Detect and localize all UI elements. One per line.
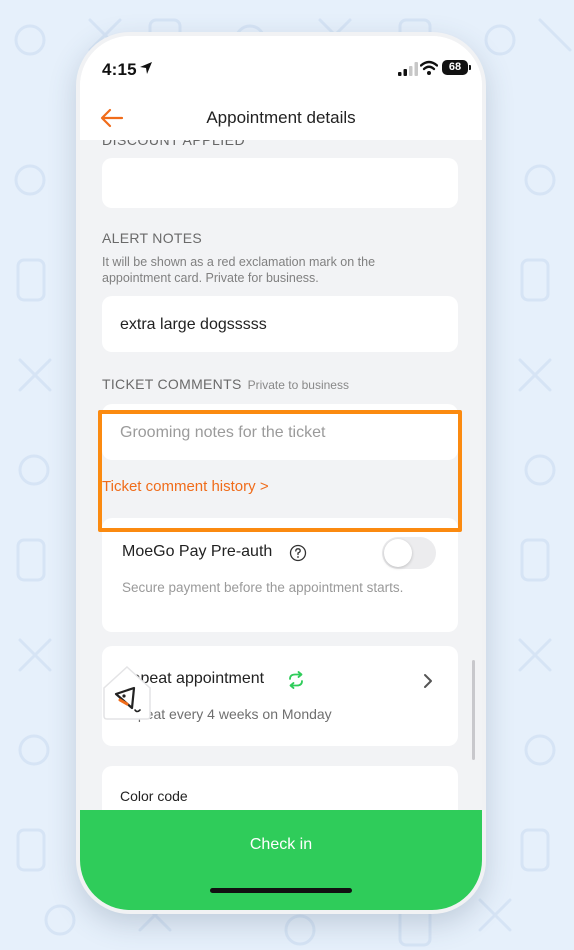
mascot-icon[interactable] <box>100 664 154 722</box>
preauth-highlight-box <box>98 410 462 532</box>
color-code-label: Color code <box>120 788 188 804</box>
phone-frame: 4:15 68 Appointment details DISCOUNT APP… <box>76 32 486 914</box>
home-indicator <box>210 888 352 893</box>
repeat-icon <box>289 671 303 689</box>
preauth-title: MoeGo Pay Pre-auth <box>122 543 273 560</box>
repeat-appointment-card[interactable]: Repeat appointment Repeat every 4 weeks … <box>102 646 458 746</box>
alert-notes-label: ALERT NOTES <box>102 230 203 246</box>
wifi-icon <box>420 60 438 75</box>
ticket-comments-label-text: TICKET COMMENTS <box>102 376 242 392</box>
status-bar: 4:15 68 <box>80 36 482 96</box>
toggle-knob <box>384 539 412 567</box>
location-arrow-icon <box>140 62 152 74</box>
alert-notes-helper: It will be shown as a red exclamation ma… <box>102 255 376 285</box>
help-icon[interactable] <box>289 544 307 562</box>
preauth-description: Secure payment before the appointment st… <box>122 580 404 595</box>
chevron-right-icon <box>424 674 432 688</box>
alert-notes-field[interactable]: extra large dogsssss <box>102 296 458 352</box>
scrollbar[interactable] <box>472 660 475 760</box>
preauth-card: MoeGo Pay Pre-auth Secure payment before… <box>102 518 458 632</box>
check-in-button[interactable]: Check in <box>80 810 482 910</box>
preauth-toggle[interactable] <box>382 537 436 569</box>
battery-tip <box>469 65 471 70</box>
discount-field[interactable] <box>102 158 458 208</box>
status-time: 4:15 <box>102 60 137 79</box>
check-in-label: Check in <box>249 836 313 853</box>
signal-icon <box>398 62 418 76</box>
discount-label: DISCOUNT APPLIED <box>102 140 246 148</box>
ticket-comments-label: TICKET COMMENTS Private to business <box>102 376 349 392</box>
navigation-bar: Appointment details <box>80 96 482 140</box>
ticket-comments-sublabel: Private to business <box>247 378 349 392</box>
alert-notes-value: extra large dogsssss <box>120 316 267 333</box>
page-title: Appointment details <box>206 108 356 127</box>
battery-indicator: 68 <box>442 60 468 75</box>
